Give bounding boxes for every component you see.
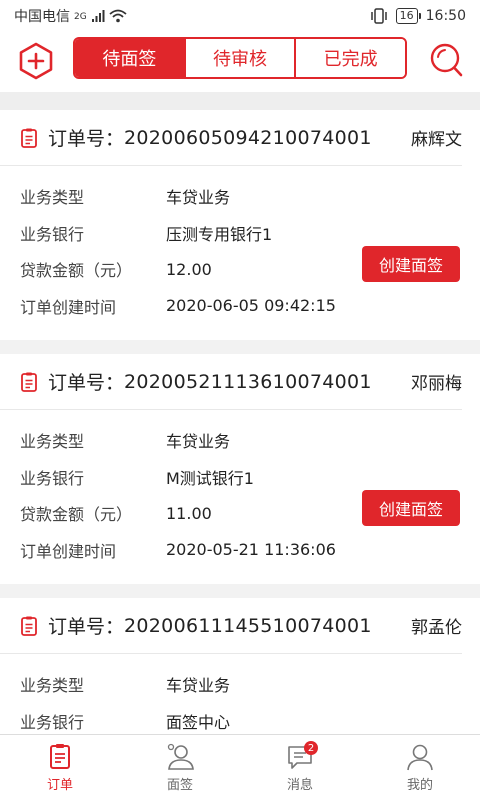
nav-label-interview: 面签: [166, 778, 193, 793]
clock: 16:50: [425, 8, 466, 24]
nav-item-messages[interactable]: 2 消息: [240, 735, 360, 800]
amount-value: 11.00: [166, 503, 212, 523]
tab-completed[interactable]: 已完成: [296, 39, 405, 77]
order-number: 20200605094210074001: [124, 126, 372, 149]
vibrate-icon: [370, 8, 387, 24]
battery-level: 16: [399, 9, 414, 22]
bottom-nav: 订单 面签 2 消息 我的: [0, 734, 480, 800]
battery-indicator: 16: [395, 8, 421, 24]
customer-name: 郭孟伦: [411, 618, 462, 638]
detail-row-created-time: 订单创建时间 2020-06-05 09:42:15: [20, 288, 480, 325]
customer-name: 麻辉文: [411, 130, 462, 150]
status-bar: 中国电信 2G 16 16:50: [0, 0, 480, 32]
search-icon: [430, 43, 463, 77]
order-number-label: 订单号：: [48, 128, 125, 150]
bank-label: 业务银行: [20, 224, 85, 244]
message-badge: 2: [304, 741, 318, 755]
nav-item-profile[interactable]: 我的: [360, 735, 480, 800]
order-card-header: 订单号： 20200521113610074001 邓丽梅: [0, 354, 462, 410]
created-time-label: 订单创建时间: [20, 541, 117, 561]
document-icon: [21, 616, 37, 636]
bank-label: 业务银行: [20, 712, 85, 732]
amount-label: 贷款金额（元）: [20, 261, 133, 281]
add-hexagon-icon: [19, 42, 53, 80]
order-number-label: 订单号：: [48, 616, 125, 638]
detail-row-business-type: 业务类型 车贷业务: [20, 422, 480, 459]
detail-row-created-time: 订单创建时间 2020-05-21 11:36:06: [20, 532, 480, 569]
created-time-value: 2020-05-21 11:36:06: [166, 540, 336, 560]
interview-icon: [167, 743, 194, 770]
carrier-label: 中国电信: [14, 9, 70, 25]
created-time-label: 订单创建时间: [20, 297, 117, 317]
detail-row-business-type: 业务类型 车贷业务: [20, 666, 480, 703]
bank-value: 面签中心: [166, 712, 231, 732]
bank-value: M测试银行1: [166, 468, 254, 488]
bank-value: 压测专用银行1: [166, 224, 273, 244]
business-type-label: 业务类型: [20, 432, 85, 452]
order-card[interactable]: 订单号： 20200605094210074001 麻辉文 业务类型 车贷业务 业…: [0, 110, 480, 340]
business-type-label: 业务类型: [20, 676, 85, 696]
order-number: 20200521113610074001: [124, 370, 372, 393]
order-number-label: 订单号：: [48, 372, 125, 394]
detail-row-business-type: 业务类型 车贷业务: [20, 178, 480, 215]
detail-row-bank: 业务银行 面签中心: [20, 703, 480, 735]
bank-label: 业务银行: [20, 468, 85, 488]
order-number: 20200611145510074001: [124, 614, 372, 637]
document-icon: [21, 128, 37, 148]
search-button[interactable]: [428, 40, 466, 80]
business-type-label: 业务类型: [20, 188, 85, 208]
nav-item-interview[interactable]: 面签: [120, 735, 240, 800]
nav-item-orders[interactable]: 订单: [0, 735, 120, 800]
nav-label-profile: 我的: [406, 778, 433, 793]
created-time-value: 2020-06-05 09:42:15: [166, 296, 336, 316]
profile-icon: [407, 744, 433, 771]
order-details: 业务类型 车贷业务 业务银行 M测试银行1 贷款金额（元） 11.00 订单创建时间 2…: [0, 410, 480, 568]
order-icon: [50, 744, 70, 769]
tab-pending-review[interactable]: 待审核: [185, 39, 297, 77]
network-label: 2G: [74, 12, 87, 22]
document-icon: [21, 372, 37, 392]
add-button[interactable]: [18, 42, 54, 80]
top-header: 待面签 待审核 已完成: [0, 32, 480, 92]
nav-label-orders: 订单: [46, 778, 73, 793]
header-divider: [0, 92, 480, 110]
create-interview-button[interactable]: 创建面签: [362, 490, 460, 526]
order-details: 业务类型 车贷业务 业务银行 面签中心: [0, 654, 480, 734]
order-card-header: 订单号： 20200611145510074001 郭孟伦: [0, 598, 462, 654]
business-type-value: 车贷业务: [166, 432, 231, 452]
business-type-value: 车贷业务: [166, 188, 231, 208]
customer-name: 邓丽梅: [411, 374, 462, 394]
tab-pending-interview[interactable]: 待面签: [75, 39, 186, 77]
business-type-value: 车贷业务: [166, 676, 231, 696]
amount-value: 12.00: [166, 259, 212, 279]
create-interview-button[interactable]: 创建面签: [362, 246, 460, 282]
wifi-icon: [109, 9, 127, 23]
signal-icon: [91, 10, 105, 22]
order-card[interactable]: 订单号： 20200521113610074001 邓丽梅 业务类型 车贷业务 业…: [0, 354, 480, 584]
order-card-header: 订单号： 20200605094210074001 麻辉文: [0, 110, 462, 166]
order-details: 业务类型 车贷业务 业务银行 压测专用银行1 贷款金额（元） 12.00 订单创建时间…: [0, 166, 480, 324]
nav-label-messages: 消息: [286, 778, 313, 793]
amount-label: 贷款金额（元）: [20, 505, 133, 525]
order-card[interactable]: 订单号： 20200611145510074001 郭孟伦 业务类型 车贷业务 业…: [0, 598, 480, 734]
status-tabs: 待面签 待审核 已完成: [73, 37, 407, 79]
